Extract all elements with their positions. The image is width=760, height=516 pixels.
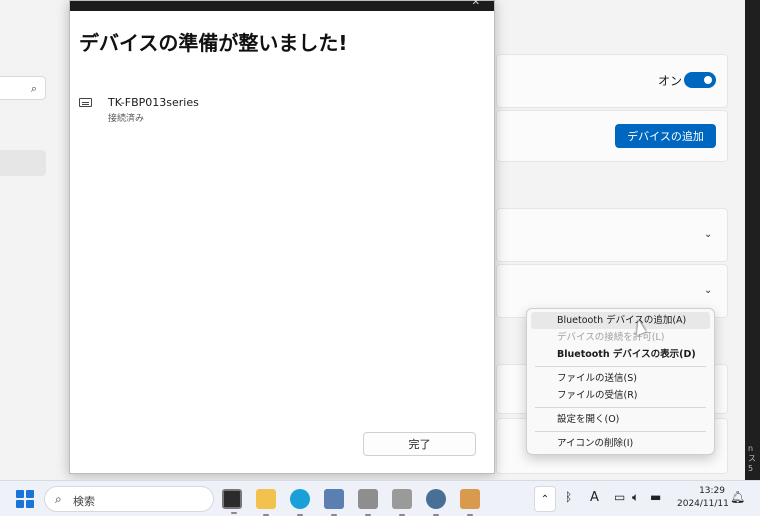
menu-separator (535, 431, 706, 432)
nav-selected-item[interactable] (0, 150, 46, 176)
finish-button[interactable]: 完了 (363, 432, 476, 456)
task-view-icon[interactable] (222, 489, 242, 514)
device-name: TK-FBP013series (108, 96, 199, 109)
menu-item-add-bluetooth-device[interactable]: Bluetooth デバイスの追加(A) (531, 312, 710, 329)
volume-icon[interactable]: 🔈︎ (632, 490, 639, 505)
add-device-dialog: ✕ デバイスの準備が整いました! TK-FBP013series 接続済み 完了 (69, 0, 495, 474)
search-icon: ⌕ (30, 82, 37, 95)
menu-item-receive-file[interactable]: ファイルの受信(R) (531, 387, 710, 404)
settings-search-box[interactable]: ⌕ (0, 76, 46, 100)
menu-item-show-bluetooth-devices[interactable]: Bluetooth デバイスの表示(D) (531, 346, 710, 363)
edge-browser-icon[interactable] (290, 489, 310, 516)
edge-text-2: ス (748, 454, 756, 463)
bluetooth-toggle[interactable] (684, 72, 716, 88)
bluetooth-context-menu: Bluetooth デバイスの追加(A) デバイスの接続を許可(L) Bluet… (526, 308, 715, 455)
taskbar-search[interactable]: ⌕ 検索 (44, 486, 214, 512)
keyboard-icon (79, 98, 92, 107)
edge-text-3: 5 (748, 464, 754, 473)
start-button[interactable] (16, 490, 34, 508)
menu-separator (535, 407, 706, 408)
expandable-card-1[interactable] (496, 208, 728, 262)
file-explorer-icon[interactable] (256, 489, 276, 516)
dialog-titlebar: ✕ (70, 0, 494, 11)
device-status: 接続済み (108, 114, 145, 124)
app-icon-1[interactable] (324, 489, 344, 516)
network-icon[interactable]: ▭ (614, 490, 625, 504)
chevron-down-icon[interactable]: ⌄ (704, 285, 712, 296)
taskbar-clock[interactable]: 13:29 2024/11/11 (677, 485, 729, 511)
settings-gear-icon[interactable] (426, 489, 446, 516)
clock-date: 2024/11/11 (677, 499, 729, 509)
clock-time: 13:29 (699, 486, 725, 496)
dialog-heading: デバイスの準備が整いました! (79, 31, 348, 55)
app-icon-3[interactable] (392, 489, 412, 516)
notification-bell-icon[interactable]: 🔔︎ (730, 490, 745, 504)
close-icon[interactable]: ✕ (472, 0, 480, 8)
menu-item-open-settings[interactable]: 設定を開く(O) (531, 411, 710, 428)
menu-separator (535, 366, 706, 367)
menu-item-remove-icon[interactable]: アイコンの削除(I) (531, 435, 710, 452)
toggle-label: オン (658, 74, 683, 88)
taskbar: ⌕ 検索 ⌃ ᛒ A ▭ 🔈︎ ▬ 13:29 2024/11/11 🔔︎ (0, 480, 760, 516)
app-icon-2[interactable] (358, 489, 378, 516)
menu-item-allow-connection: デバイスの接続を許可(L) (557, 332, 665, 343)
chevron-down-icon[interactable]: ⌄ (704, 229, 712, 240)
ime-indicator[interactable]: A (590, 490, 599, 505)
search-icon: ⌕ (55, 492, 62, 506)
background-window-edge (745, 0, 760, 480)
bluetooth-tray-icon[interactable]: ᛒ (565, 490, 572, 504)
paint-app-icon[interactable] (460, 489, 480, 516)
menu-item-send-file[interactable]: ファイルの送信(S) (531, 370, 710, 387)
show-hidden-icons-button[interactable]: ⌃ (534, 486, 556, 512)
edge-text-1: n (748, 444, 754, 453)
search-placeholder: 検索 (73, 495, 95, 508)
add-device-button[interactable]: デバイスの追加 (615, 124, 716, 148)
battery-icon[interactable]: ▬ (650, 490, 661, 504)
